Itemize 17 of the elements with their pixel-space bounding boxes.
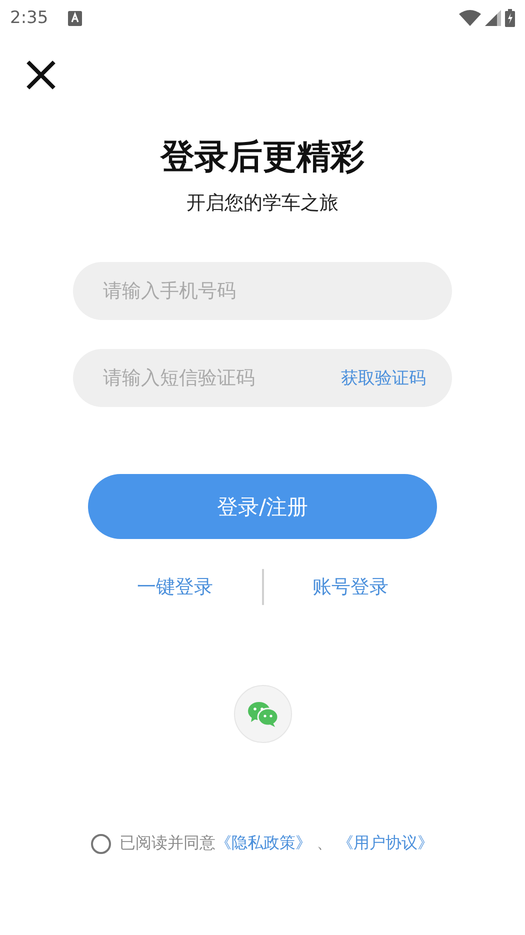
battery-icon: [505, 9, 515, 27]
phone-field[interactable]: 请输入手机号码: [73, 262, 452, 320]
policy-link[interactable]: 《隐私政策》: [215, 833, 312, 852]
page-subtitle: 开启您的学车之旅: [186, 191, 338, 216]
policy-link[interactable]: 《用户协议》: [338, 833, 434, 852]
wifi-icon: [459, 10, 481, 26]
page-title: 登录后更精彩: [159, 136, 366, 179]
signal-icon: [485, 10, 501, 26]
alt-login-link[interactable]: 一键登录: [88, 574, 262, 600]
alt-login-link[interactable]: 账号登录: [264, 574, 437, 600]
status-time: 2:35: [10, 8, 48, 28]
get-code-link[interactable]: 获取验证码: [341, 366, 426, 390]
chat-bubbles-icon: [246, 701, 278, 727]
login-button[interactable]: 登录/注册: [88, 474, 437, 539]
notification-icon: [68, 10, 82, 26]
agreement-text: 已阅读并同意《隐私政策》 、 《用户协议》: [119, 833, 434, 854]
agree-radio[interactable]: [91, 834, 112, 854]
